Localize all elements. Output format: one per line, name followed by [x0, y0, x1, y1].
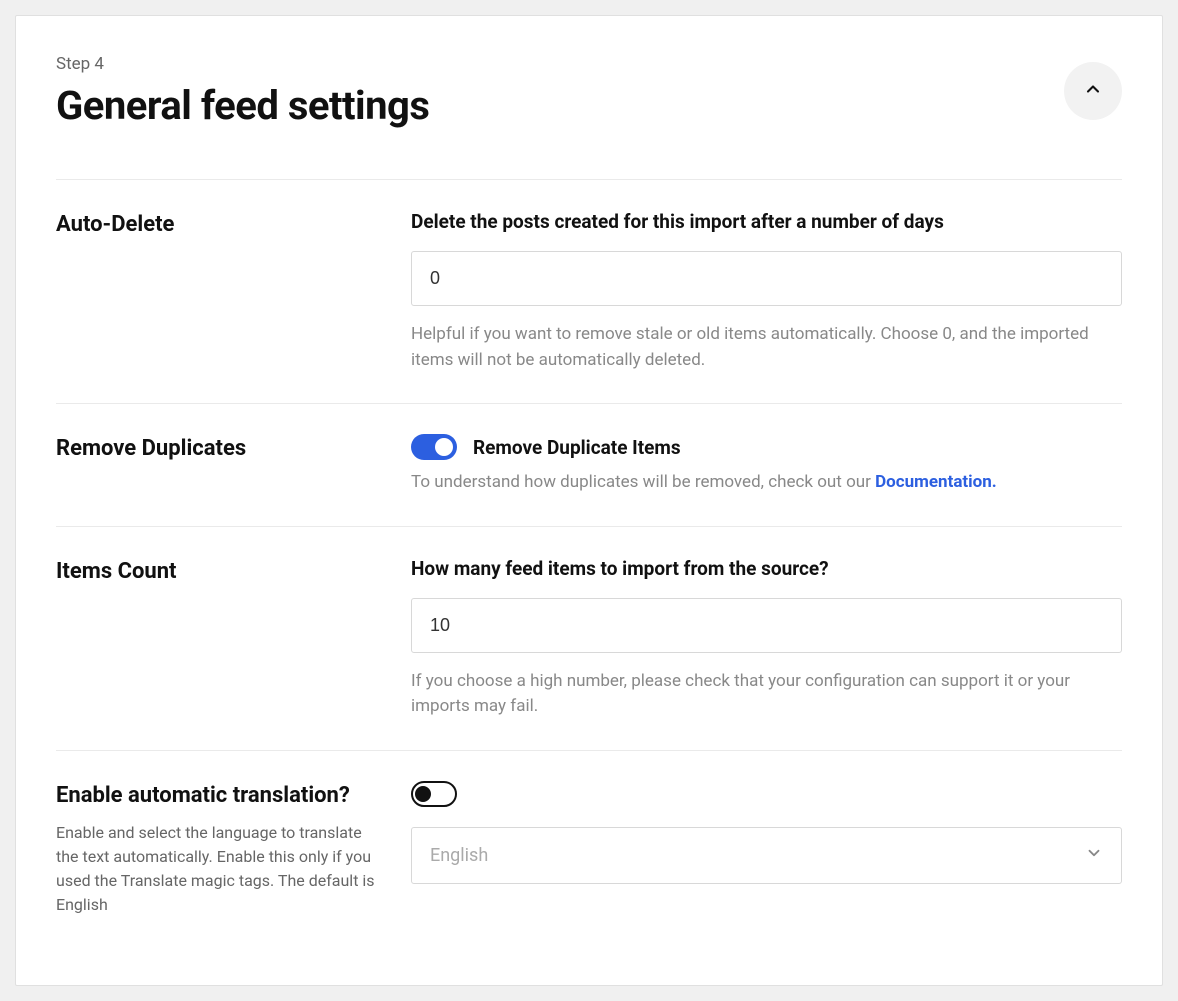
- chevron-down-icon: [1085, 844, 1103, 867]
- remove-duplicates-help: To understand how duplicates will be rem…: [411, 470, 1122, 496]
- language-selected: English: [430, 845, 488, 866]
- step-label: Step 4: [56, 54, 1064, 74]
- setting-label-col: Enable automatic translation? Enable and…: [56, 781, 411, 918]
- general-feed-settings-panel: Step 4 General feed settings Auto-Delete…: [15, 15, 1163, 986]
- panel-title: General feed settings: [56, 82, 1064, 129]
- auto-delete-input[interactable]: [411, 251, 1122, 306]
- translation-sublabel: Enable and select the language to transl…: [56, 821, 381, 917]
- auto-delete-label: Auto-Delete: [56, 210, 381, 241]
- items-count-row: Items Count How many feed items to impor…: [56, 526, 1122, 750]
- setting-field-col: English: [411, 781, 1122, 918]
- auto-delete-help: Helpful if you want to remove stale or o…: [411, 322, 1122, 373]
- language-select-wrap: English: [411, 827, 1122, 884]
- panel-header: Step 4 General feed settings: [56, 54, 1122, 129]
- items-count-field-title: How many feed items to import from the s…: [411, 557, 1122, 580]
- auto-delete-field-title: Delete the posts created for this import…: [411, 210, 1122, 233]
- setting-label-col: Auto-Delete: [56, 210, 411, 373]
- remove-duplicates-label: Remove Duplicates: [56, 434, 381, 465]
- remove-duplicates-toggle-label: Remove Duplicate Items: [473, 436, 681, 459]
- translation-label: Enable automatic translation?: [56, 781, 381, 812]
- setting-field-col: Remove Duplicate Items To understand how…: [411, 434, 1122, 496]
- toggle-knob: [415, 786, 431, 802]
- collapse-button[interactable]: [1064, 62, 1122, 120]
- remove-duplicates-row: Remove Duplicates Remove Duplicate Items…: [56, 403, 1122, 526]
- items-count-help: If you choose a high number, please chec…: [411, 669, 1122, 720]
- documentation-link[interactable]: Documentation.: [875, 472, 997, 492]
- toggle-knob: [435, 438, 453, 456]
- remove-duplicates-toggle-row: Remove Duplicate Items: [411, 434, 1122, 460]
- chevron-up-icon: [1083, 79, 1103, 103]
- auto-delete-row: Auto-Delete Delete the posts created for…: [56, 179, 1122, 403]
- setting-label-col: Items Count: [56, 557, 411, 720]
- translation-row: Enable automatic translation? Enable and…: [56, 750, 1122, 948]
- language-select[interactable]: English: [411, 827, 1122, 884]
- items-count-label: Items Count: [56, 557, 381, 588]
- setting-label-col: Remove Duplicates: [56, 434, 411, 496]
- help-text-prefix: To understand how duplicates will be rem…: [411, 472, 875, 492]
- setting-field-col: How many feed items to import from the s…: [411, 557, 1122, 720]
- items-count-input[interactable]: [411, 598, 1122, 653]
- setting-field-col: Delete the posts created for this import…: [411, 210, 1122, 373]
- header-text: Step 4 General feed settings: [56, 54, 1064, 129]
- remove-duplicates-toggle[interactable]: [411, 434, 457, 460]
- translation-toggle[interactable]: [411, 781, 457, 807]
